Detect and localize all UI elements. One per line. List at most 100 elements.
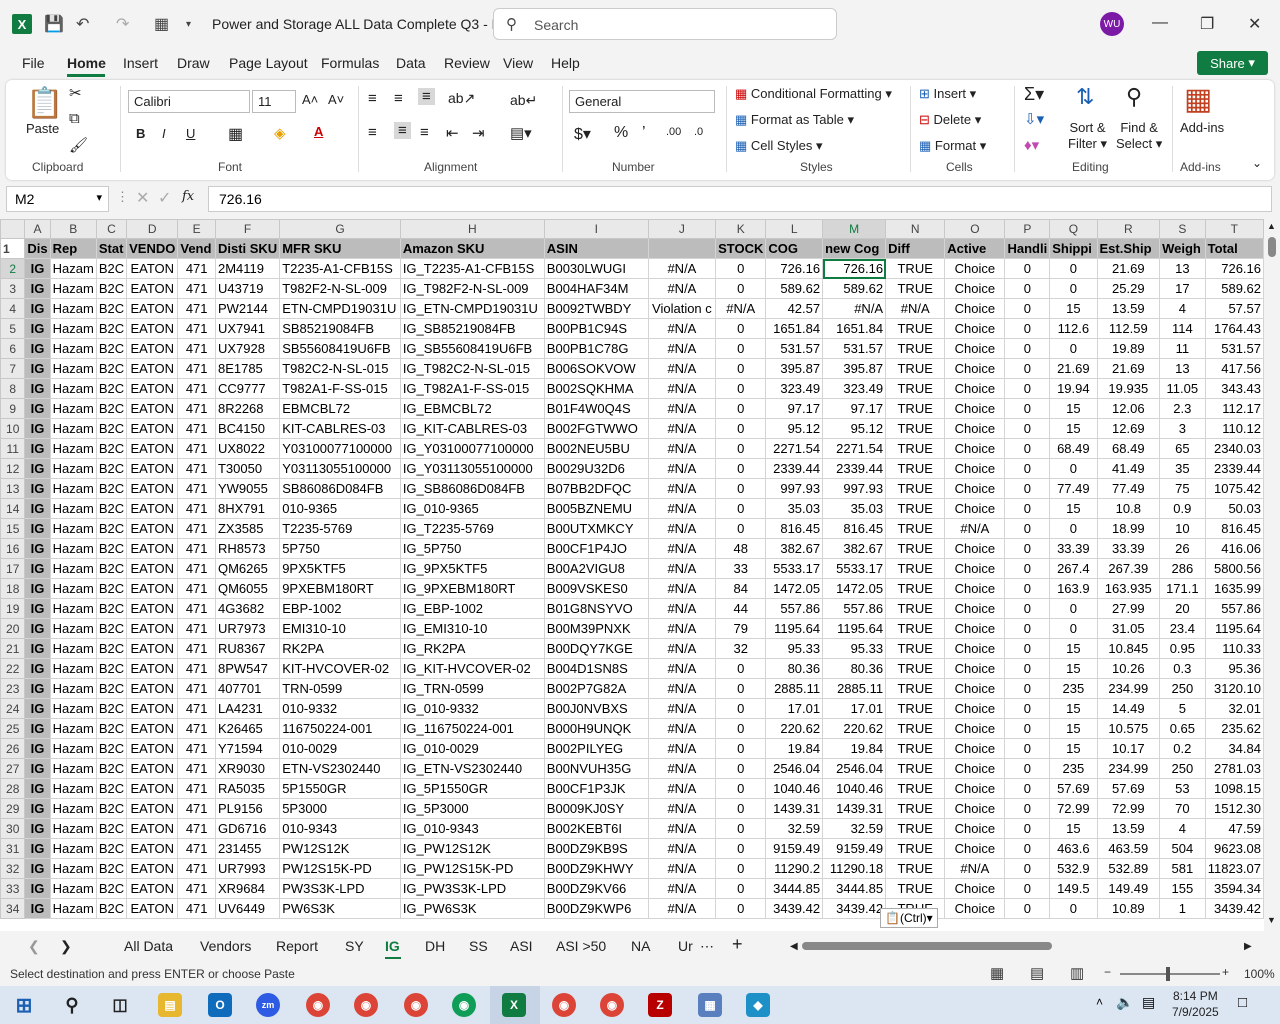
- cell[interactable]: 382.67: [822, 538, 887, 559]
- row-header[interactable]: 10: [0, 418, 26, 439]
- tab-file[interactable]: File: [22, 55, 45, 71]
- row-header[interactable]: 18: [0, 578, 26, 599]
- cell[interactable]: 10.17: [1096, 738, 1161, 759]
- cell[interactable]: B005BZNEMU: [543, 498, 649, 519]
- cell[interactable]: IG_Y03113055100000: [399, 458, 545, 479]
- cell[interactable]: 50.03: [1204, 498, 1264, 519]
- cell[interactable]: 0.3: [1159, 658, 1206, 679]
- header-cell[interactable]: MFR SKU: [279, 238, 401, 259]
- cell[interactable]: 0.2: [1159, 738, 1206, 759]
- cell[interactable]: IG: [24, 738, 51, 759]
- cell[interactable]: B2C: [95, 558, 128, 579]
- spreadsheet-grid[interactable]: ABCDEFGHIJKLMNOPQRST 1 Dis Rep Stat VENDO Ven…: [0, 219, 1264, 931]
- percent-icon[interactable]: %: [614, 124, 628, 142]
- cell[interactable]: EATON: [126, 898, 179, 919]
- system-clock[interactable]: 8:14 PM 7/9/2025: [1172, 988, 1219, 1020]
- cell[interactable]: IG: [24, 298, 51, 319]
- cell[interactable]: #N/A: [647, 898, 717, 919]
- cell[interactable]: IG: [24, 338, 51, 359]
- cell[interactable]: 010-9332: [279, 698, 401, 719]
- cell[interactable]: IG_T982A1-F-SS-015: [399, 378, 545, 399]
- sort-filter-icon[interactable]: ⇅: [1076, 84, 1094, 110]
- cell[interactable]: 471: [177, 638, 216, 659]
- filezilla-icon[interactable]: Z: [648, 993, 672, 1017]
- cell[interactable]: Choice: [944, 778, 1006, 799]
- cell[interactable]: 0: [715, 378, 767, 399]
- cell[interactable]: IG: [24, 698, 51, 719]
- cell[interactable]: 234.99: [1096, 678, 1161, 699]
- cell[interactable]: B2C: [95, 738, 128, 759]
- cell[interactable]: Hazam: [49, 678, 97, 699]
- cell[interactable]: Hazam: [49, 798, 97, 819]
- cell[interactable]: 2339.44: [765, 458, 824, 479]
- cell[interactable]: B2C: [95, 758, 128, 779]
- cell[interactable]: 235: [1049, 678, 1098, 699]
- cell[interactable]: 395.87: [822, 358, 887, 379]
- cell[interactable]: #N/A: [822, 298, 887, 319]
- cell[interactable]: 2781.03: [1204, 758, 1264, 779]
- cell[interactable]: 1472.05: [765, 578, 824, 599]
- cancel-entry-icon[interactable]: ✕: [136, 188, 149, 208]
- cell[interactable]: B2C: [95, 298, 128, 319]
- cell[interactable]: EATON: [126, 718, 179, 739]
- tab-asi-50[interactable]: ASI >50: [556, 938, 606, 954]
- cell[interactable]: B2C: [95, 578, 128, 599]
- cell[interactable]: Hazam: [49, 518, 97, 539]
- cell[interactable]: EMI310-10: [279, 618, 401, 639]
- header-cell[interactable]: Est.Ship: [1096, 238, 1161, 259]
- cell[interactable]: B2C: [95, 258, 128, 279]
- cell[interactable]: 471: [177, 318, 216, 339]
- cell[interactable]: PW12S12K: [279, 838, 401, 859]
- cell[interactable]: TRUE: [885, 618, 946, 639]
- cell[interactable]: 0: [1004, 378, 1051, 399]
- cell[interactable]: 0: [1004, 758, 1051, 779]
- cell[interactable]: CC9777: [214, 378, 281, 399]
- cell[interactable]: IG_PW3S3K-LPD: [399, 878, 545, 899]
- column-header[interactable]: E: [177, 219, 216, 239]
- cell[interactable]: Hazam: [49, 478, 97, 499]
- header-cell[interactable]: Dis: [24, 238, 51, 259]
- cell[interactable]: 816.45: [1204, 518, 1264, 539]
- underline-icon[interactable]: U: [186, 126, 195, 141]
- cell[interactable]: 33.39: [1096, 538, 1161, 559]
- cell[interactable]: 4: [1159, 298, 1206, 319]
- cell[interactable]: 471: [177, 618, 216, 639]
- row-header[interactable]: 15: [0, 518, 26, 539]
- chrome-icon[interactable]: ◉: [452, 993, 476, 1017]
- cell[interactable]: Choice: [944, 558, 1006, 579]
- cell[interactable]: 531.57: [822, 338, 887, 359]
- cell[interactable]: 235.62: [1204, 718, 1264, 739]
- cell[interactable]: EATON: [126, 338, 179, 359]
- cell[interactable]: 0: [1004, 458, 1051, 479]
- cell[interactable]: 32.59: [765, 818, 824, 839]
- cell[interactable]: 10.26: [1096, 658, 1161, 679]
- cell[interactable]: #N/A: [647, 278, 717, 299]
- cell[interactable]: 471: [177, 898, 216, 919]
- cell[interactable]: 1195.64: [1204, 618, 1264, 639]
- avatar[interactable]: WU: [1100, 12, 1124, 36]
- row-header[interactable]: 24: [0, 698, 26, 719]
- cell[interactable]: IG_PW12S12K: [399, 838, 545, 859]
- cell[interactable]: 0: [715, 818, 767, 839]
- cell[interactable]: 32: [715, 638, 767, 659]
- cell[interactable]: IG_9PX5KTF5: [399, 558, 545, 579]
- cell[interactable]: B002FGTWWO: [543, 418, 649, 439]
- column-header[interactable]: C: [95, 219, 128, 239]
- cell[interactable]: 0: [715, 438, 767, 459]
- header-cell[interactable]: [647, 238, 717, 259]
- cell[interactable]: Choice: [944, 638, 1006, 659]
- cell[interactable]: Choice: [944, 398, 1006, 419]
- cell[interactable]: 11290.18: [822, 858, 887, 879]
- cell[interactable]: 0: [1049, 618, 1098, 639]
- cut-icon[interactable]: ✂: [69, 84, 82, 102]
- cell[interactable]: 816.45: [765, 518, 824, 539]
- cell[interactable]: 10.575: [1096, 718, 1161, 739]
- cell[interactable]: B004D1SN8S: [543, 658, 649, 679]
- cell[interactable]: 0: [1004, 498, 1051, 519]
- cell[interactable]: 149.49: [1096, 878, 1161, 899]
- header-cell[interactable]: COG: [765, 238, 824, 259]
- column-header[interactable]: O: [944, 219, 1006, 239]
- cell[interactable]: 42.57: [765, 298, 824, 319]
- cell[interactable]: #N/A: [647, 838, 717, 859]
- cell[interactable]: IG_PW6S3K: [399, 898, 545, 919]
